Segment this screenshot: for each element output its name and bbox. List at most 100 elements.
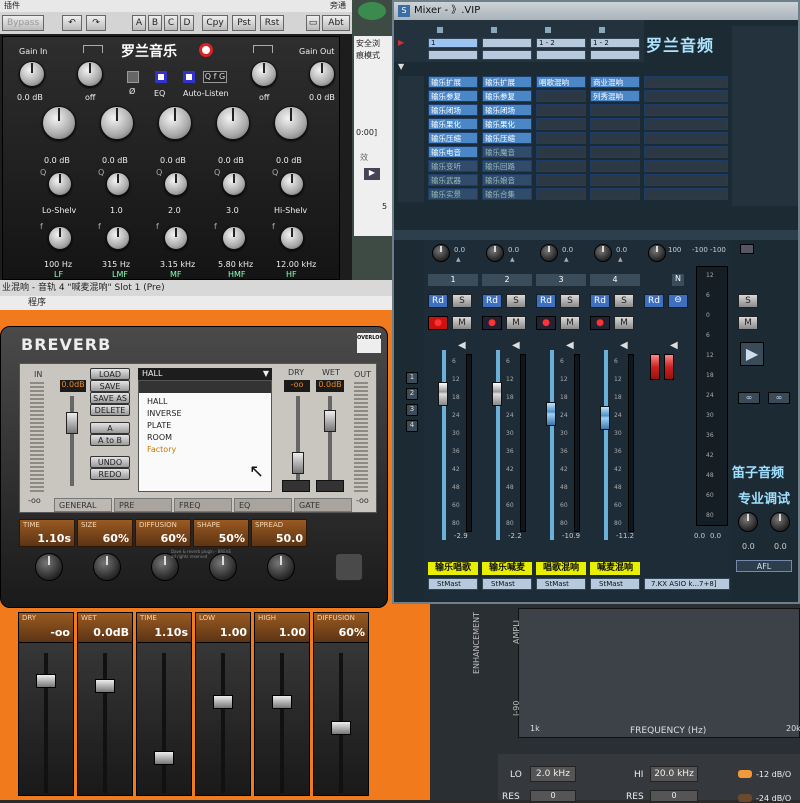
- insert-slot[interactable]: 输乐参复: [482, 90, 532, 102]
- insert-slot[interactable]: [536, 160, 586, 172]
- preset-list-item[interactable]: PLATE: [147, 421, 171, 430]
- channel-fader[interactable]: [492, 382, 502, 406]
- folder-icon[interactable]: [740, 244, 754, 254]
- slope-led-2[interactable]: [738, 794, 752, 802]
- solo-button[interactable]: S: [614, 294, 634, 308]
- pan-up-arrow[interactable]: ▲: [510, 256, 515, 263]
- solo-button[interactable]: S: [560, 294, 580, 308]
- wet-fader[interactable]: [324, 410, 336, 432]
- param-time-knob[interactable]: [35, 553, 63, 581]
- dry-link-button[interactable]: [282, 480, 310, 492]
- insert-slot[interactable]: [644, 104, 728, 116]
- master-knob-2[interactable]: [770, 512, 790, 532]
- reverb-redo-button[interactable]: REDO: [90, 468, 130, 480]
- pan-up-arrow[interactable]: ▲: [456, 256, 461, 263]
- input-routing-field[interactable]: 1 - 2: [536, 38, 586, 48]
- paste-button[interactable]: Pst: [232, 15, 256, 31]
- insert-slot[interactable]: 输乐果化: [482, 118, 532, 130]
- fader-handle[interactable]: [95, 679, 115, 693]
- insert-toggle[interactable]: [490, 26, 498, 34]
- reverb-save-as-button[interactable]: SAVE AS: [90, 392, 130, 404]
- param-spread-knob[interactable]: [267, 553, 295, 581]
- preset-list-item[interactable]: ROOM: [147, 433, 172, 442]
- output-routing-field[interactable]: [482, 50, 532, 60]
- insert-slot[interactable]: [590, 174, 640, 186]
- about-button[interactable]: Abt: [322, 15, 350, 31]
- band-gain-knob[interactable]: [42, 106, 76, 140]
- plugin-menu[interactable]: 插件: [4, 0, 20, 11]
- preset-list-item[interactable]: HALL: [147, 397, 167, 406]
- insert-slot[interactable]: [590, 188, 640, 200]
- fader-handle[interactable]: [154, 750, 174, 765]
- undo-button[interactable]: ↶: [62, 15, 82, 31]
- insert-slot[interactable]: 输乐实景: [428, 188, 478, 200]
- tab-gate[interactable]: GATE: [294, 498, 352, 512]
- band-freq-knob[interactable]: [280, 226, 304, 250]
- redo-button[interactable]: ↷: [86, 15, 106, 31]
- hi-freq-field[interactable]: 20.0 kHz: [650, 766, 698, 782]
- preset-d-button[interactable]: D: [180, 15, 194, 31]
- tab-general[interactable]: GENERAL: [54, 498, 112, 512]
- mute-button[interactable]: M: [614, 316, 634, 330]
- solo-button[interactable]: S: [506, 294, 526, 308]
- lo-freq-field[interactable]: 2.0 kHz: [530, 766, 576, 782]
- input-routing-field[interactable]: 1 - 2: [590, 38, 640, 48]
- bypass-button[interactable]: Bypass: [2, 15, 44, 31]
- preset-list-item[interactable]: Factory: [147, 445, 176, 454]
- insert-slot[interactable]: 输乐武器: [428, 174, 478, 186]
- preset-a-button[interactable]: A: [132, 15, 146, 31]
- insert-slot[interactable]: 输乐回路: [482, 160, 532, 172]
- record-arm-icon[interactable]: ●: [428, 316, 448, 330]
- fader-handle[interactable]: [331, 720, 351, 735]
- record-enable-button[interactable]: Rd: [590, 294, 610, 308]
- band-gain-knob[interactable]: [274, 106, 308, 140]
- insert-toggle[interactable]: [544, 26, 552, 34]
- fader-handle[interactable]: [213, 694, 233, 709]
- fader-handle[interactable]: [272, 694, 292, 709]
- strip-number-button[interactable]: 2: [406, 388, 418, 400]
- fader-handle[interactable]: [36, 673, 56, 688]
- insert-slot[interactable]: [590, 160, 640, 172]
- afl-button[interactable]: AFL: [736, 560, 792, 572]
- reverb-load-button[interactable]: LOAD: [90, 368, 130, 380]
- band-gain-knob[interactable]: [158, 106, 192, 140]
- insert-slot[interactable]: 输乐果化: [428, 118, 478, 130]
- pan-knob[interactable]: [432, 244, 450, 262]
- insert-toggle[interactable]: [436, 26, 444, 34]
- reverb-undo-button[interactable]: UNDO: [90, 456, 130, 468]
- pan-knob[interactable]: [540, 244, 558, 262]
- link-icon[interactable]: ∞: [768, 392, 790, 404]
- insert-slot[interactable]: [536, 132, 586, 144]
- insert-slot[interactable]: 输乐压缩: [482, 132, 532, 144]
- stereo-fader[interactable]: [650, 354, 660, 380]
- insert-slot[interactable]: [590, 118, 640, 130]
- autolisten-toggle[interactable]: [183, 71, 195, 83]
- input-routing-field[interactable]: [482, 38, 532, 48]
- band-q-knob[interactable]: [280, 172, 304, 196]
- play-icon[interactable]: ▶: [740, 342, 764, 366]
- res-field[interactable]: 0: [530, 790, 576, 802]
- pan-up-arrow[interactable]: ▲: [618, 256, 623, 263]
- preset-list-item[interactable]: INVERSE: [147, 409, 182, 418]
- insert-slot[interactable]: [590, 146, 640, 158]
- gain-in-knob[interactable]: [19, 61, 45, 87]
- preset-c-button[interactable]: C: [164, 15, 178, 31]
- strip-number-button[interactable]: 4: [406, 420, 418, 432]
- output-bus-selector[interactable]: StMast: [536, 578, 586, 590]
- qfg-button[interactable]: Q f G: [203, 71, 227, 83]
- band-freq-knob[interactable]: [164, 226, 188, 250]
- reverb-save-button[interactable]: SAVE: [90, 380, 130, 392]
- insert-slot[interactable]: [536, 146, 586, 158]
- slope-led-1[interactable]: [738, 770, 752, 778]
- reverb-a-button[interactable]: A: [90, 422, 130, 434]
- param-size-knob[interactable]: [93, 553, 121, 581]
- insert-slot[interactable]: 列秀混响: [590, 90, 640, 102]
- insert-slot[interactable]: [644, 188, 728, 200]
- phase-button[interactable]: [127, 71, 139, 83]
- output-routing-field[interactable]: [536, 50, 586, 60]
- band-freq-knob[interactable]: [222, 226, 246, 250]
- insert-slot[interactable]: [644, 76, 728, 88]
- mute-button[interactable]: M: [452, 316, 472, 330]
- tab-pre[interactable]: PRE: [114, 498, 172, 512]
- link-icon[interactable]: ⊖: [668, 294, 688, 308]
